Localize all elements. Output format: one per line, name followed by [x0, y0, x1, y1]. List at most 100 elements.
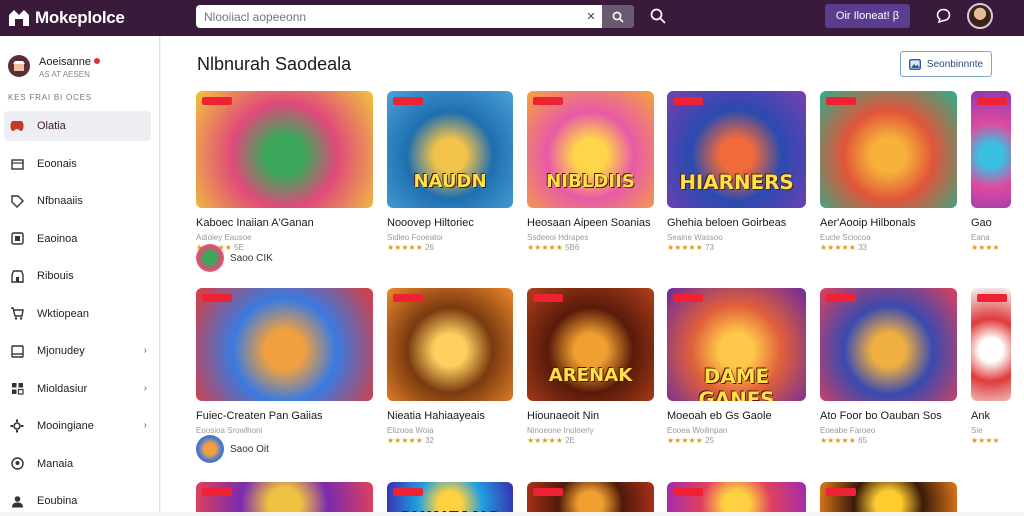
search-button[interactable]	[602, 5, 634, 28]
sidebar-item-8[interactable]: Mooingiane ›	[4, 411, 151, 441]
product-rating: ★★★★★ 33	[820, 243, 867, 252]
sidebar-item-2[interactable]: Nfbnaaiis	[4, 186, 151, 216]
corner-badge	[826, 97, 856, 105]
app-name: Mokeplolce	[35, 8, 125, 27]
product-title[interactable]: Kaboec Inaiian A'Ganan	[196, 217, 314, 229]
sidebar-item-6[interactable]: Mjonudey ›	[4, 336, 151, 366]
user-avatar[interactable]	[967, 3, 993, 29]
product-thumbnail[interactable]: NAUDN	[387, 91, 513, 208]
notification-dot	[94, 57, 100, 64]
product-thumbnail[interactable]	[667, 482, 806, 512]
product-thumbnail[interactable]	[820, 288, 957, 401]
search-icon[interactable]	[650, 8, 666, 24]
product-category: Ninoeone Inoloeriy	[527, 426, 594, 435]
product-category: Eooea Woilinpan	[667, 426, 728, 435]
thumbnail-caption: ARENAK	[548, 364, 633, 386]
corner-badge	[533, 97, 563, 105]
account-summary[interactable]: Aoeisanne AS AT AESEN	[0, 36, 159, 79]
product-title[interactable]: Aer'Aooip Hilbonals	[820, 217, 916, 229]
product-category: Eana	[971, 233, 990, 242]
sidebar-item-7[interactable]: Mioldasiur ›	[4, 374, 151, 404]
product-thumbnail[interactable]	[196, 91, 373, 208]
sidebar-item-5[interactable]: Wktiopean	[4, 299, 151, 329]
store-icon	[13, 60, 25, 71]
product-thumbnail[interactable]: NIBLDIIS	[527, 91, 654, 208]
top-bar: Mokeplolce ✕ Oir Iloneat! β	[0, 0, 1024, 36]
star-rating-icon: ★★★★	[971, 436, 1000, 445]
chevron-right-icon[interactable]: ›	[144, 383, 147, 394]
chat-icon[interactable]	[936, 8, 951, 23]
chevron-right-icon[interactable]: ›	[144, 345, 147, 356]
product-category: Elizooa Woia	[387, 426, 434, 435]
product-thumbnail[interactable]	[820, 91, 957, 208]
sidebar-item-label: Ribouis	[37, 270, 74, 282]
product-category: Sidleo Fooeatoi	[387, 233, 443, 242]
star-rating-icon: ★★★★	[971, 243, 1000, 252]
sidebar-item-9[interactable]: Manaia	[4, 449, 151, 479]
corner-badge	[393, 97, 423, 105]
product-title[interactable]: Hiounaeoit Nin	[527, 410, 599, 422]
product-thumbnail[interactable]	[971, 288, 1011, 401]
product-rating: ★★★★★ 65	[820, 436, 867, 445]
product-title[interactable]: Fuiec-Createn Pan Gaiias	[196, 410, 323, 422]
account-subtitle: AS AT AESEN	[39, 70, 90, 79]
store-icon	[10, 269, 24, 283]
product-category: Ssdeeoi Hdrapes	[527, 233, 589, 242]
chevron-right-icon[interactable]: ›	[144, 420, 147, 431]
product-thumbnail[interactable]: SUINFANS	[387, 482, 513, 512]
sidebar-item-label: Eoonais	[37, 157, 77, 170]
store-logo-icon	[9, 10, 29, 26]
product-thumbnail[interactable]	[196, 288, 373, 401]
product-rating: ★★★★★ 26	[387, 243, 434, 252]
person-icon	[10, 494, 24, 508]
product-title[interactable]: Nieatia Hahiaayeais	[387, 410, 485, 422]
sidebar-item-0[interactable]: Olatia	[4, 111, 151, 141]
product-thumbnail[interactable]	[527, 482, 654, 512]
product-thumbnail[interactable]	[387, 288, 513, 401]
product-thumbnail[interactable]	[196, 482, 373, 512]
account-avatar	[8, 54, 30, 77]
sidebar-item-4[interactable]: Ribouis	[4, 261, 151, 291]
primary-cta-button[interactable]: Oir Iloneat! β	[825, 4, 910, 28]
product-title[interactable]: Heosaan Aipeen Soanias	[527, 217, 651, 229]
product-rating: ★★★★	[971, 243, 1000, 252]
product-thumbnail[interactable]: HIARNERS	[667, 91, 806, 208]
seller-badge[interactable]: Saoo CIK	[196, 244, 273, 272]
grid-icon	[10, 382, 24, 396]
corner-badge	[977, 97, 1007, 105]
corner-badge	[533, 488, 563, 496]
product-title[interactable]: Ato Foor bo Oauban Sos	[820, 410, 942, 422]
gamepad-icon	[10, 119, 24, 133]
sidebar-item-label: Mooingiane	[37, 420, 94, 432]
product-rating: ★★★★★ 5B6	[527, 243, 580, 252]
product-rating: ★★★★★ 73	[667, 243, 714, 252]
seller-logo	[196, 435, 224, 463]
product-category: Eucle Sciocoa	[820, 233, 871, 242]
product-thumbnail[interactable]	[820, 482, 957, 512]
filter-button[interactable]: Seonbinnnte	[900, 51, 992, 77]
product-thumbnail[interactable]	[971, 91, 1011, 208]
product-title[interactable]: Ghehia beloen Goirbeas	[667, 217, 786, 229]
search-input[interactable]	[196, 9, 580, 24]
sidebar-item-label: Nfbnaaiis	[37, 195, 83, 207]
seller-name: Saoo Oit	[230, 443, 269, 455]
account-name: Aoeisanne	[39, 56, 91, 68]
sidebar-item-label: Eaoinoa	[37, 232, 78, 245]
sidebar-item-3[interactable]: Eaoinoa	[4, 224, 151, 254]
clear-search-icon[interactable]: ✕	[580, 10, 602, 23]
product-title[interactable]: Gao	[971, 217, 992, 229]
product-thumbnail[interactable]: ARENAK	[527, 288, 654, 401]
sidebar-item-1[interactable]: Eoonais	[4, 149, 151, 179]
square-icon	[10, 232, 24, 246]
corner-badge	[673, 488, 703, 496]
logo[interactable]: Mokeplolce	[8, 8, 188, 28]
product-title[interactable]: Nooovep Hiltoriec	[387, 217, 474, 229]
product-title[interactable]: Moeoah eb Gs Gaole	[667, 410, 772, 422]
corner-badge	[202, 488, 232, 496]
seller-badge[interactable]: Saoo Oit	[196, 435, 269, 463]
product-thumbnail[interactable]: DAME GANES	[667, 288, 806, 401]
product-title[interactable]: Ank	[971, 410, 990, 422]
main-content: Nlbnurah Saodeala Seonbinnnte Kaboec Ina…	[161, 36, 1024, 512]
product-category: Sie	[971, 426, 983, 435]
star-rating-icon: ★★★★★	[820, 243, 856, 252]
